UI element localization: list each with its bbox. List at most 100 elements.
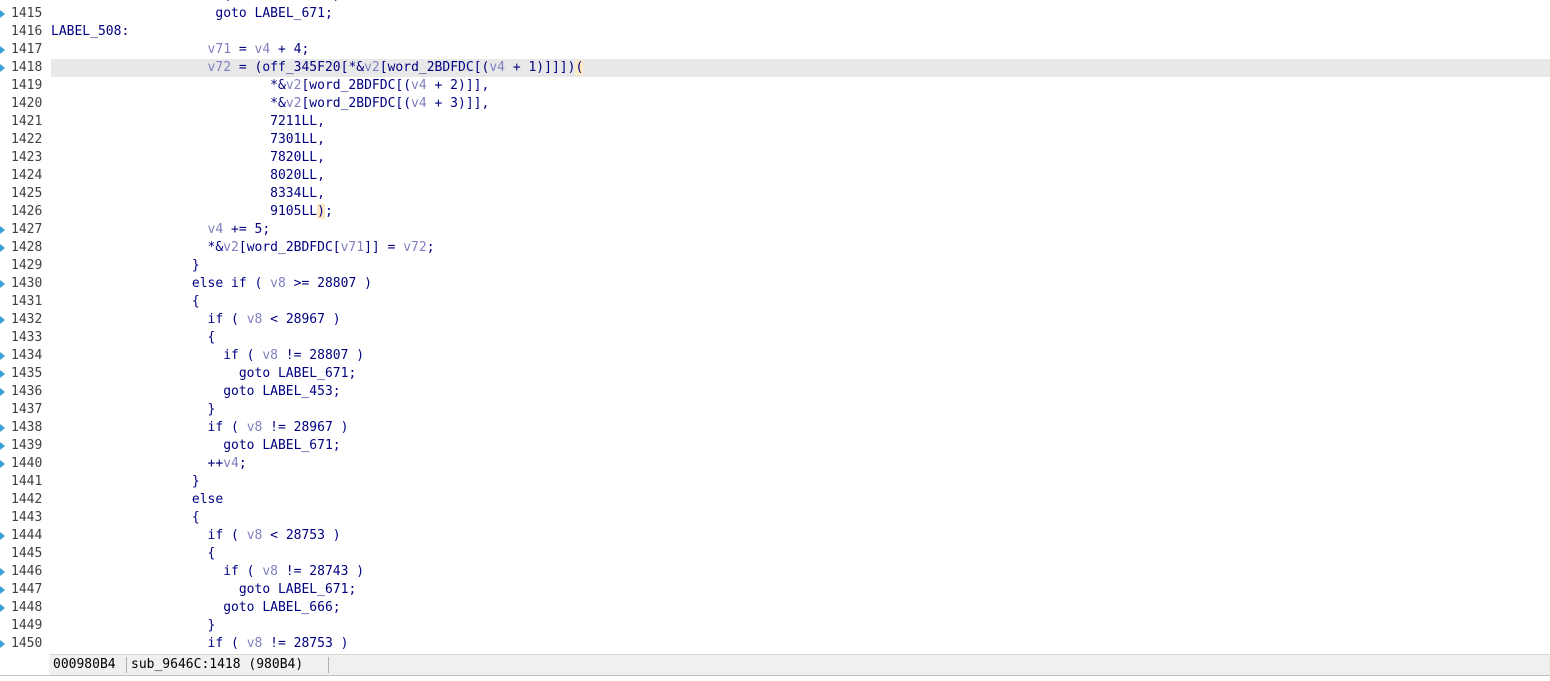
code-line[interactable]: 1437 }	[0, 401, 1550, 419]
code-text: }	[207, 402, 216, 417]
code-line[interactable]: 1429 }	[0, 257, 1550, 275]
code-line[interactable]: 1447 goto LABEL_671;	[0, 581, 1550, 599]
breakpoint-marker-icon[interactable]	[0, 604, 5, 612]
code-line[interactable]: 1428 *&v2[word_2BDFDC[v71]] = v72;	[0, 239, 1550, 257]
line-number: 1429	[11, 258, 43, 273]
code-line[interactable]: 1423 7820LL,	[0, 149, 1550, 167]
breakpoint-marker-icon[interactable]	[0, 586, 5, 594]
code-line[interactable]: 1416 LABEL_508:	[0, 23, 1550, 41]
code-line[interactable]: 1425 8334LL,	[0, 185, 1550, 203]
line-number: 1426	[11, 204, 43, 219]
code-line[interactable]: 1433 {	[0, 329, 1550, 347]
breakpoint-marker-icon[interactable]	[0, 244, 5, 252]
breakpoint-marker-icon[interactable]	[0, 352, 5, 360]
line-number: 1439	[11, 438, 43, 453]
line-number: 1427	[11, 222, 43, 237]
breakpoint-marker-icon[interactable]	[0, 226, 5, 234]
pseudocode-view[interactable]: 1414 if ( v8 != 28743 )1415 goto LABEL_6…	[0, 0, 1550, 653]
code-line[interactable]: 1434 if ( v8 != 28807 )	[0, 347, 1550, 365]
line-number: 1437	[11, 402, 43, 417]
breakpoint-marker-icon[interactable]	[0, 370, 5, 378]
breakpoint-marker-icon[interactable]	[0, 568, 5, 576]
breakpoint-marker-icon[interactable]	[0, 640, 5, 648]
code-line[interactable]: 1445 {	[0, 545, 1550, 563]
code-line[interactable]: 1448 goto LABEL_666;	[0, 599, 1550, 617]
code-text: {	[207, 330, 216, 345]
code-line[interactable]: 1450 if ( v8 != 28753 )	[0, 635, 1550, 653]
code-line[interactable]: 1441 }	[0, 473, 1550, 491]
breakpoint-marker-icon[interactable]	[0, 388, 5, 396]
code-text: 7820LL,	[270, 150, 325, 165]
code-line[interactable]: 1424 8020LL,	[0, 167, 1550, 185]
code-text: goto LABEL_453;	[223, 384, 341, 399]
code-line[interactable]: 1435 goto LABEL_671;	[0, 365, 1550, 383]
code-line[interactable]: 1449 }	[0, 617, 1550, 635]
code-line[interactable]: 1446 if ( v8 != 28743 )	[0, 563, 1550, 581]
code-text: 9105LL);	[270, 204, 333, 219]
line-number: 1436	[11, 384, 43, 399]
code-text: if ( v8 != 28967 )	[207, 420, 349, 435]
code-text: {	[191, 294, 200, 309]
code-line[interactable]: 1436 goto LABEL_453;	[0, 383, 1550, 401]
breakpoint-marker-icon[interactable]	[0, 442, 5, 450]
code-line[interactable]: 1426 9105LL);	[0, 203, 1550, 221]
code-line[interactable]: 1438 if ( v8 != 28967 )	[0, 419, 1550, 437]
breakpoint-marker-icon[interactable]	[0, 532, 5, 540]
code-text: goto LABEL_671;	[238, 366, 357, 381]
code-line[interactable]: 1415 goto LABEL_671;	[0, 5, 1550, 23]
code-line[interactable]: 1443 {	[0, 509, 1550, 527]
code-text: *&v2[word_2BDFDC[(v4 + 3)]],	[270, 96, 490, 111]
code-text: 8020LL,	[270, 168, 325, 183]
line-number: 1421	[11, 114, 43, 129]
code-text: else if ( v8 >= 28807 )	[191, 276, 372, 291]
code-text: goto LABEL_666;	[223, 600, 341, 615]
code-text: *&v2[word_2BDFDC[(v4 + 2)]],	[270, 78, 490, 93]
line-number: 1419	[11, 78, 43, 93]
code-line[interactable]: 1422 7301LL,	[0, 131, 1550, 149]
breakpoint-marker-icon[interactable]	[0, 460, 5, 468]
code-text: {	[191, 510, 200, 525]
code-line[interactable]: 1417 v71 = v4 + 4;	[0, 41, 1550, 59]
code-text: v71 = v4 + 4;	[207, 42, 310, 57]
code-line[interactable]: 1444 if ( v8 < 28753 )	[0, 527, 1550, 545]
status-separator	[126, 657, 127, 673]
code-line[interactable]: 1421 7211LL,	[0, 113, 1550, 131]
status-separator	[328, 657, 329, 673]
breakpoint-marker-icon[interactable]	[0, 424, 5, 432]
line-number: 1431	[11, 294, 43, 309]
code-line-current[interactable]: 1418 v72 = (off_345F20[*&v2[word_2BDFDC[…	[0, 59, 1550, 77]
code-line[interactable]: 1430 else if ( v8 >= 28807 )	[0, 275, 1550, 293]
line-number: 1447	[11, 582, 43, 597]
breakpoint-marker-icon[interactable]	[0, 64, 5, 72]
line-number: 1450	[11, 636, 43, 651]
line-number: 1422	[11, 132, 43, 147]
code-text: }	[191, 474, 200, 489]
line-number: 1434	[11, 348, 43, 363]
code-text: if ( v8 < 28753 )	[207, 528, 341, 543]
code-text: LABEL_508:	[51, 24, 130, 39]
breakpoint-marker-icon[interactable]	[0, 280, 5, 288]
code-line[interactable]: 1419 *&v2[word_2BDFDC[(v4 + 2)]],	[0, 77, 1550, 95]
code-text: if ( v8 != 28807 )	[223, 348, 365, 363]
code-line[interactable]: 1432 if ( v8 < 28967 )	[0, 311, 1550, 329]
breakpoint-marker-icon[interactable]	[0, 316, 5, 324]
line-number: 1420	[11, 96, 43, 111]
code-text: 8334LL,	[270, 186, 325, 201]
line-number: 1423	[11, 150, 43, 165]
code-line[interactable]: 1420 *&v2[word_2BDFDC[(v4 + 3)]],	[0, 95, 1550, 113]
line-number: 1442	[11, 492, 43, 507]
code-line[interactable]: 1442 else	[0, 491, 1550, 509]
code-line[interactable]: 1439 goto LABEL_671;	[0, 437, 1550, 455]
line-number: 1424	[11, 168, 43, 183]
breakpoint-marker-icon[interactable]	[0, 10, 5, 18]
code-text: goto LABEL_671;	[238, 582, 357, 597]
code-line[interactable]: 1440 ++v4;	[0, 455, 1550, 473]
code-text: 7211LL,	[270, 114, 325, 129]
breakpoint-marker-icon[interactable]	[0, 46, 5, 54]
line-number: 1415	[11, 6, 43, 21]
code-text: v4 += 5;	[207, 222, 271, 237]
code-line[interactable]: 1427 v4 += 5;	[0, 221, 1550, 239]
line-number: 1449	[11, 618, 43, 633]
code-line[interactable]: 1431 {	[0, 293, 1550, 311]
code-text: if ( v8 < 28967 )	[207, 312, 341, 327]
